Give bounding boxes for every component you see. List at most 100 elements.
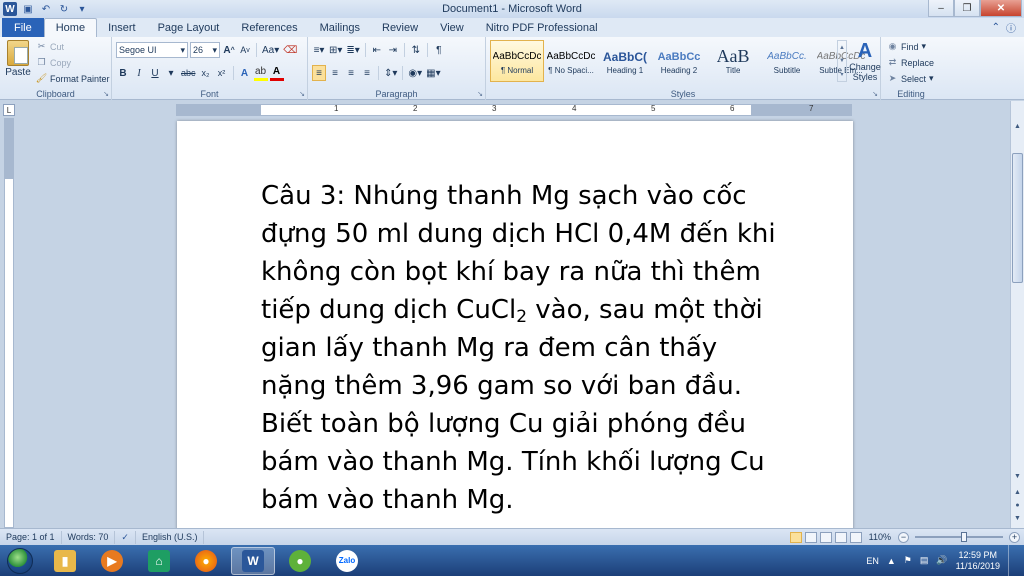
subscript-button[interactable]: x₂ [199, 65, 213, 81]
word-count[interactable]: Words: 70 [62, 530, 116, 544]
more-icon[interactable]: ▾ [838, 68, 846, 81]
replace-button[interactable]: ⇄ Replace [887, 56, 934, 69]
font-color-icon[interactable]: A [269, 65, 284, 81]
zoom-in-icon[interactable]: + [1009, 531, 1020, 543]
vertical-ruler[interactable] [4, 118, 14, 528]
align-right-icon[interactable]: ≡ [344, 65, 358, 81]
taskbar-green-app[interactable]: ⌂ [137, 547, 181, 575]
next-page-icon[interactable]: ▼ [1011, 511, 1024, 525]
taskbar-zalo[interactable]: Zalo [325, 547, 369, 575]
justify-icon[interactable]: ≡ [360, 65, 374, 81]
font-family-select[interactable]: Segoe UI ▾ [116, 42, 188, 58]
volume-icon[interactable]: 🔊 [936, 555, 947, 566]
customize-qat-icon[interactable]: ▾ [75, 2, 89, 16]
taskbar-word[interactable]: W [231, 546, 275, 575]
outline-view-button[interactable] [834, 531, 847, 543]
scrollbar-thumb[interactable] [1012, 153, 1023, 283]
text-effects-icon[interactable]: A [238, 65, 252, 81]
minimize-ribbon-icon[interactable]: ⌃ [992, 22, 1000, 33]
taskbar-media-player[interactable]: ▶ [90, 547, 134, 575]
style-no-spacing[interactable]: AaBbCcDc ¶ No Spaci... [544, 40, 598, 82]
font-size-select[interactable]: 26 ▾ [190, 42, 220, 58]
clock[interactable]: 12:59 PM 11/16/2019 [956, 550, 1000, 572]
full-screen-view-button[interactable] [804, 531, 817, 543]
tab-mailings[interactable]: Mailings [309, 18, 371, 37]
numbering-icon[interactable]: ⊞▾ [328, 42, 343, 58]
browse-object-icon[interactable]: ● [1011, 498, 1024, 512]
grow-font-button[interactable]: A ^ [222, 42, 236, 58]
input-language[interactable]: EN [866, 556, 879, 566]
start-button[interactable] [0, 546, 40, 576]
sort-icon[interactable]: ⇅ [409, 42, 423, 58]
style-normal[interactable]: AaBbCcDc ¶ Normal [490, 40, 544, 82]
dialog-launcher-icon[interactable]: ↘ [477, 90, 483, 98]
horizontal-ruler[interactable]: 1 2 3 4 5 6 7 [176, 104, 852, 116]
strikethrough-button[interactable]: abc [180, 65, 197, 81]
chevron-up-icon[interactable]: ▲ [838, 41, 846, 54]
maximize-icon[interactable]: ❐ [954, 0, 980, 17]
tab-page-layout[interactable]: Page Layout [147, 18, 231, 37]
multilevel-list-icon[interactable]: ≣▾ [345, 42, 360, 58]
styles-gallery-scroll[interactable]: ▲ ▼ ▾ [837, 40, 847, 82]
tab-references[interactable]: References [230, 18, 308, 37]
align-center-icon[interactable]: ≡ [328, 65, 342, 81]
borders-icon[interactable]: ▦▾ [425, 65, 441, 81]
language[interactable]: English (U.S.) [136, 530, 205, 544]
paste-button[interactable]: Paste [3, 40, 33, 78]
superscript-button[interactable]: x² [215, 65, 229, 81]
style-subtitle[interactable]: AaBbCc. Subtitle [760, 40, 814, 82]
line-spacing-icon[interactable]: ⇕▾ [383, 65, 398, 81]
document-content[interactable]: Câu 3: Nhúng thanh Mg sạch vào cốc đựng … [261, 177, 781, 519]
style-title[interactable]: AaB Title [706, 40, 760, 82]
flag-icon[interactable]: ⚑ [904, 555, 912, 566]
scroll-up-icon[interactable]: ▲ [1011, 119, 1024, 133]
find-button[interactable]: ◉ Find ▾ [887, 40, 934, 53]
taskbar-explorer[interactable]: ▮ [43, 547, 87, 575]
clear-formatting-icon[interactable]: ⌫ [282, 42, 298, 58]
proofing-icon[interactable]: ✓ [115, 530, 136, 544]
highlight-icon[interactable]: ab [253, 65, 268, 81]
tab-insert[interactable]: Insert [97, 18, 147, 37]
taskbar-coccoc[interactable]: ● [278, 547, 322, 575]
print-layout-view-button[interactable] [789, 531, 802, 543]
italic-button[interactable]: I [132, 65, 146, 81]
style-heading-1[interactable]: AaBbC( Heading 1 [598, 40, 652, 82]
dialog-launcher-icon[interactable]: ↘ [299, 90, 305, 98]
undo-icon[interactable]: ↶ [39, 2, 53, 16]
tab-review[interactable]: Review [371, 18, 429, 37]
page-count[interactable]: Page: 1 of 1 [0, 530, 62, 544]
web-layout-view-button[interactable] [819, 531, 832, 543]
scroll-down-icon[interactable]: ▼ [1011, 469, 1024, 483]
word-logo-icon[interactable]: W [3, 2, 17, 16]
tab-home[interactable]: Home [43, 18, 98, 37]
close-icon[interactable]: ✕ [980, 0, 1022, 17]
dialog-launcher-icon[interactable]: ↘ [103, 90, 109, 98]
show-marks-icon[interactable]: ¶ [432, 42, 446, 58]
change-case-button[interactable]: Aa ▾ [261, 42, 280, 58]
minimize-icon[interactable]: – [928, 0, 954, 17]
bullets-icon[interactable]: ≡▾ [312, 42, 326, 58]
document-page[interactable]: Câu 3: Nhúng thanh Mg sạch vào cốc đựng … [177, 121, 853, 528]
copy-button[interactable]: ❐ Copy [36, 56, 110, 69]
redo-icon[interactable]: ↻ [57, 2, 71, 16]
tab-selector[interactable]: L [3, 104, 15, 116]
zoom-level[interactable]: 110% [869, 532, 891, 542]
tab-file[interactable]: File [2, 18, 44, 37]
show-desktop-button[interactable] [1008, 545, 1018, 576]
show-hidden-icons-icon[interactable]: ▲ [887, 556, 896, 566]
tab-view[interactable]: View [429, 18, 475, 37]
vertical-scrollbar[interactable]: ▲ ▼ ▲ ● ▼ [1010, 101, 1024, 528]
zoom-out-icon[interactable]: − [898, 531, 909, 543]
shrink-font-button[interactable]: Av [238, 42, 252, 58]
chevron-down-icon[interactable]: ▼ [838, 54, 846, 67]
zoom-slider-thumb[interactable] [961, 532, 967, 542]
style-heading-2[interactable]: AaBbCc Heading 2 [652, 40, 706, 82]
save-icon[interactable]: ▣ [21, 2, 35, 16]
draft-view-button[interactable] [849, 531, 862, 543]
shading-icon[interactable]: ◉▾ [407, 65, 423, 81]
cut-button[interactable]: ✂ Cut [36, 40, 110, 53]
increase-indent-icon[interactable]: ⇥ [386, 42, 400, 58]
bold-button[interactable]: B [116, 65, 130, 81]
previous-page-icon[interactable]: ▲ [1011, 485, 1024, 499]
underline-dropdown-icon[interactable]: ▾ [164, 65, 178, 81]
